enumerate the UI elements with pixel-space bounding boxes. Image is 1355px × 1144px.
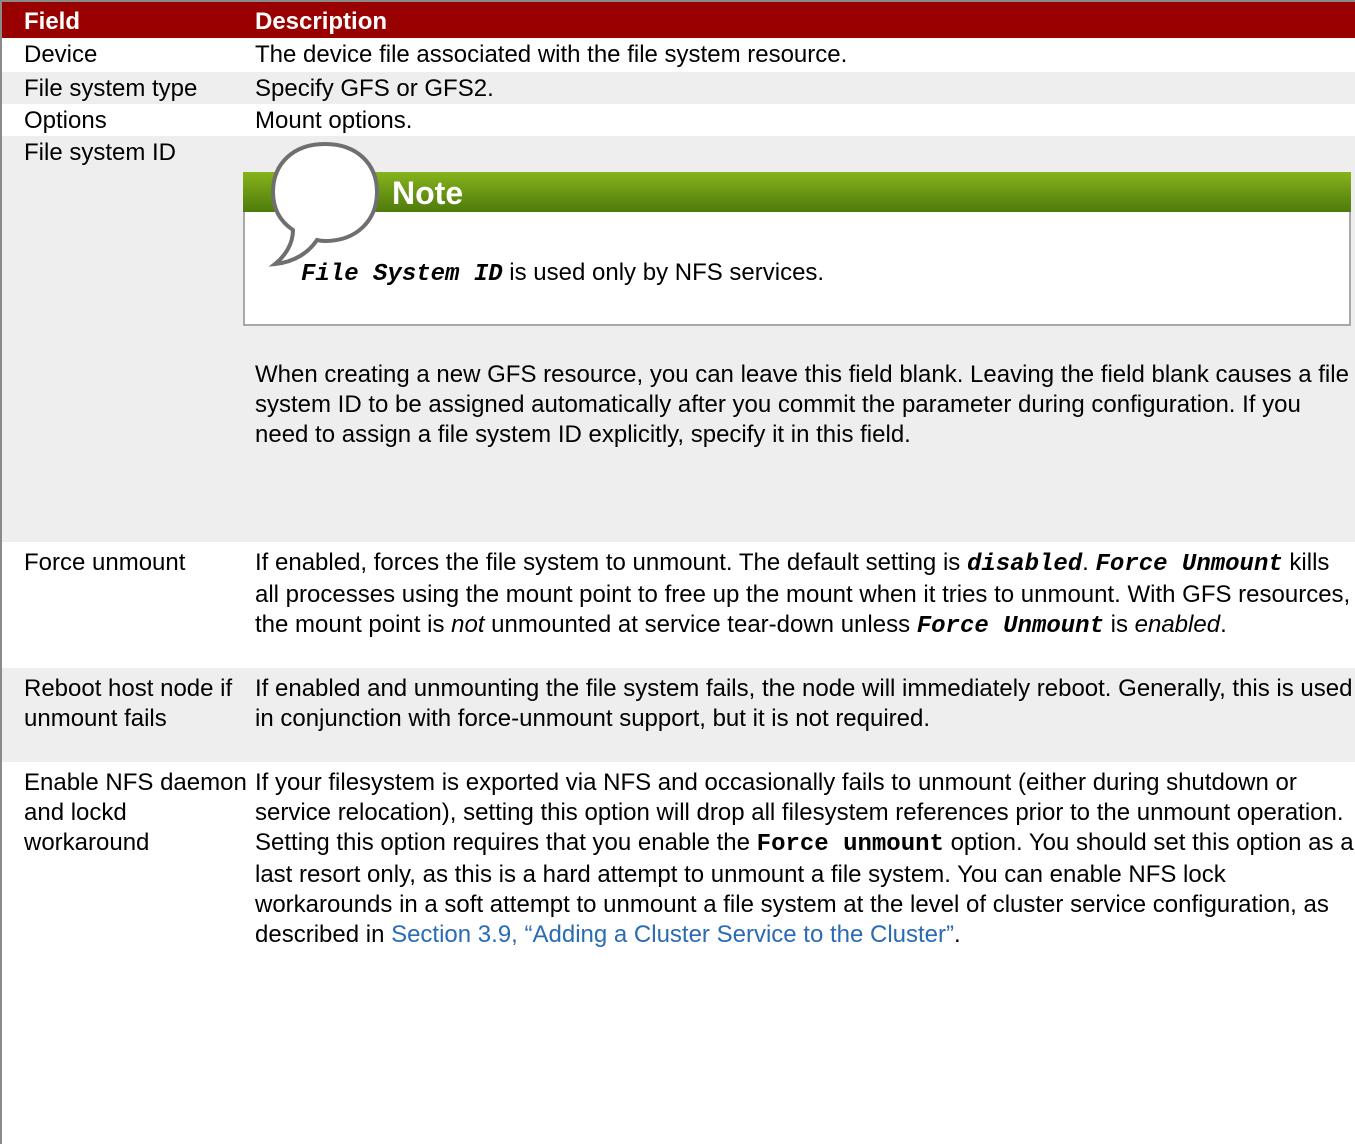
field-cell: File system type <box>2 72 255 104</box>
field-cell: File system ID <box>2 136 255 542</box>
value-disabled: disabled <box>966 551 1083 578</box>
description-cell: If enabled, forces the file system to un… <box>255 542 1355 668</box>
term-force-unmount: Force Unmount <box>916 613 1104 640</box>
header-description: Description <box>255 2 1355 38</box>
fsid-paragraph: When creating a new GFS resource, you ca… <box>255 361 1349 448</box>
emphasis-enabled: enabled <box>1134 611 1221 638</box>
header-field: Field <box>2 2 255 38</box>
emphasis-not: not <box>451 611 485 638</box>
description-cell: If your filesystem is exported via NFS a… <box>255 762 1355 950</box>
text: . <box>1082 549 1096 576</box>
speech-bubble-icon <box>268 141 380 267</box>
text: If enabled, forces the file system to un… <box>255 549 967 576</box>
description-cell: The device file associated with the file… <box>255 38 1355 72</box>
note-admonition: Note File System ID is used only by NFS … <box>243 141 1351 326</box>
text: unmounted at service tear-down unless <box>484 611 917 638</box>
term-force-unmount: Force Unmount <box>1095 551 1283 578</box>
note-body: File System ID is used only by NFS servi… <box>301 258 824 290</box>
term-force-unmount: Force unmount <box>756 831 944 858</box>
field-cell: Force unmount <box>2 542 255 668</box>
table-row: Force unmount If enabled, forces the fil… <box>2 542 1355 668</box>
table-row: Reboot host node if unmount fails If ena… <box>2 668 1355 762</box>
note-title: Note <box>392 175 464 211</box>
document-page: Field Description Device The device file… <box>0 0 1355 1144</box>
text: is <box>1103 611 1135 638</box>
description-cell: Mount options. <box>255 104 1355 136</box>
field-cell: Enable NFS daemon and lockd workaround <box>2 762 255 950</box>
table-row: Enable NFS daemon and lockd workaround I… <box>2 762 1355 950</box>
field-cell: Options <box>2 104 255 136</box>
table-row: File system ID Note File System ID is us… <box>2 136 1355 542</box>
note-term: File System ID <box>301 261 503 288</box>
resource-parameters-table: Field Description Device The device file… <box>2 2 1355 950</box>
section-link[interactable]: Section 3.9, “Adding a Cluster Service t… <box>391 921 954 948</box>
table-header-row: Field Description <box>2 2 1355 38</box>
description-cell: Specify GFS or GFS2. <box>255 72 1355 104</box>
field-cell: Reboot host node if unmount fails <box>2 668 255 762</box>
table-row: File system type Specify GFS or GFS2. <box>2 72 1355 104</box>
description-cell: If enabled and unmounting the file syste… <box>255 668 1355 762</box>
note-text: is used only by NFS services. <box>502 259 825 286</box>
table-row: Options Mount options. <box>2 104 1355 136</box>
table-row: Device The device file associated with t… <box>2 38 1355 72</box>
text: . <box>1220 611 1227 638</box>
description-cell: Note File System ID is used only by NFS … <box>243 136 1355 542</box>
text: . <box>954 921 961 948</box>
field-cell: Device <box>2 38 255 72</box>
